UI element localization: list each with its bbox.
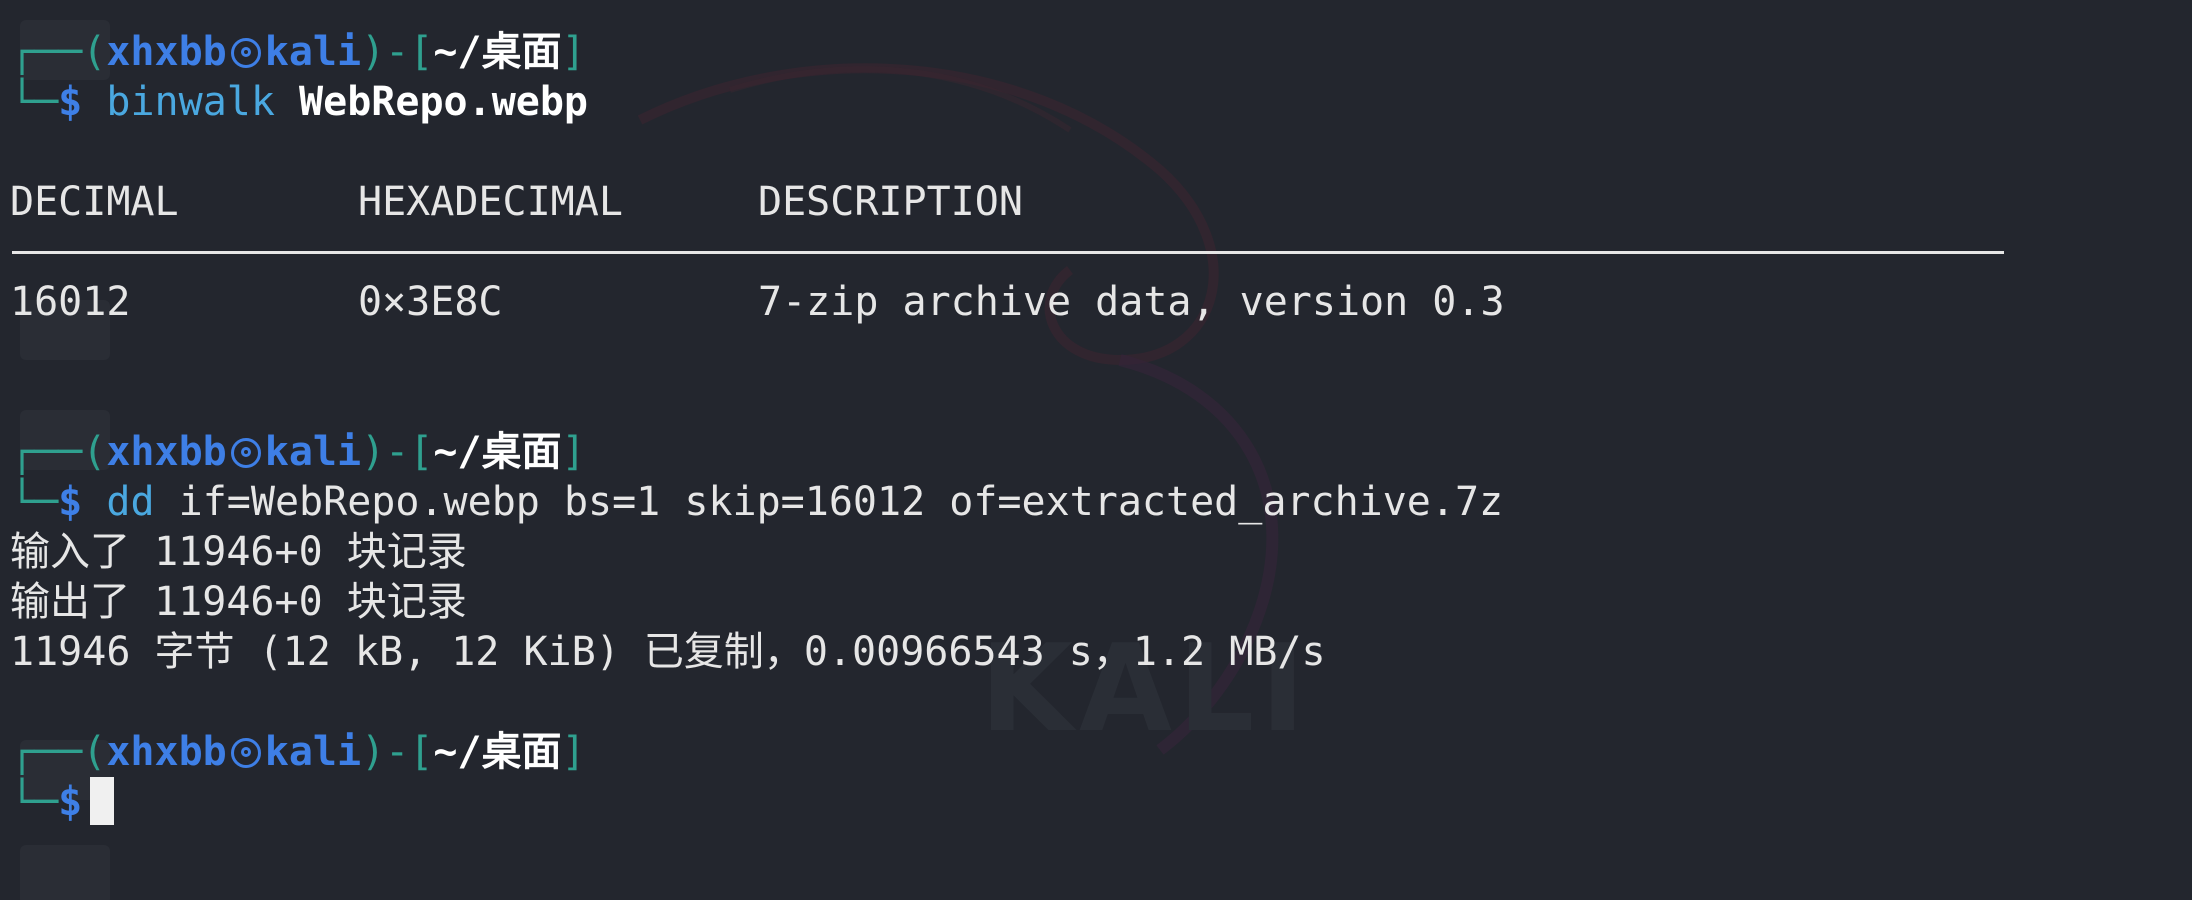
table-cell-hexadecimal: 0×3E8C	[358, 279, 503, 325]
prompt-user: xhxbb	[106, 429, 227, 475]
prompt-frame-close: )-[	[361, 29, 434, 75]
prompt-path: ~/桌面	[433, 29, 562, 75]
prompt-cmd-frame: └─	[10, 79, 59, 125]
command-line-active[interactable]: └─$	[10, 777, 115, 827]
command-line: └─$ binwalk WebRepo.webp	[10, 77, 588, 127]
prompt-host: kali	[264, 729, 362, 775]
prompt-dollar: $	[58, 779, 83, 825]
prompt-frame-open: ┌──(	[10, 729, 107, 775]
prompt-line: ┌──(xhxbb kali)-[~/桌面]	[10, 727, 586, 777]
prompt-dollar: $	[58, 79, 83, 125]
terminal-window[interactable]: KALI ┌──(xhxbb kali)-[~/桌面] └─$ binwalk W…	[0, 0, 2192, 900]
command-argument: WebRepo.webp	[299, 79, 589, 125]
text-cursor[interactable]	[90, 777, 115, 825]
kali-at-icon	[230, 738, 261, 768]
table-cell-decimal: 16012	[10, 279, 131, 325]
output-line: 输入了 11946+0 块记录	[10, 529, 467, 575]
table-cell-description: 7-zip archive data, version 0.3	[758, 279, 1505, 325]
kali-at-icon	[230, 38, 261, 68]
command-name: dd	[106, 479, 155, 525]
prompt-dollar: $	[58, 479, 83, 525]
table-divider	[12, 251, 2004, 254]
command-arguments: if=WebRepo.webp bs=1 skip=16012 of=extra…	[178, 479, 1504, 525]
prompt-host: kali	[264, 429, 362, 475]
output-line: 11946 字节 (12 kB, 12 KiB) 已复制，0.00966543 …	[10, 629, 1326, 675]
prompt-frame-open: ┌──(	[10, 429, 107, 475]
command-name: binwalk	[106, 79, 275, 125]
prompt-user: xhxbb	[106, 729, 227, 775]
prompt-line: ┌──(xhxbb kali)-[~/桌面]	[10, 27, 586, 77]
prompt-line: ┌──(xhxbb kali)-[~/桌面]	[10, 427, 586, 477]
prompt-user: xhxbb	[106, 29, 227, 75]
prompt-frame-open: ┌──(	[10, 29, 107, 75]
prompt-frame-end: ]	[561, 429, 586, 475]
prompt-host: kali	[264, 29, 362, 75]
command-line: └─$ dd if=WebRepo.webp bs=1 skip=16012 o…	[10, 477, 1503, 527]
prompt-frame-end: ]	[561, 29, 586, 75]
prompt-cmd-frame: └─	[10, 779, 59, 825]
prompt-frame-close: )-[	[361, 729, 434, 775]
prompt-path: ~/桌面	[433, 429, 562, 475]
kali-at-icon	[230, 438, 261, 468]
prompt-frame-end: ]	[561, 729, 586, 775]
prompt-path: ~/桌面	[433, 729, 562, 775]
output-line: 输出了 11946+0 块记录	[10, 579, 467, 625]
prompt-cmd-frame: └─	[10, 479, 59, 525]
desktop-icon-ghost	[20, 845, 110, 900]
prompt-frame-close: )-[	[361, 429, 434, 475]
table-header-decimal: DECIMAL	[10, 179, 179, 225]
table-header-hexadecimal: HEXADECIMAL	[358, 179, 623, 225]
table-header-description: DESCRIPTION	[758, 179, 1023, 225]
